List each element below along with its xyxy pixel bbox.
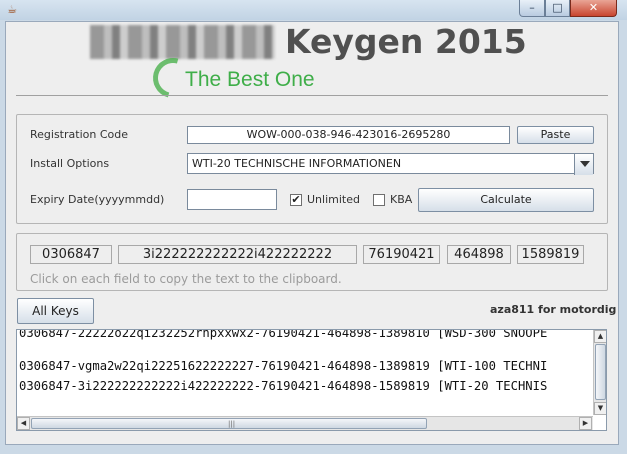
registration-code-field[interactable]: WOW-000-038-946-423016-2695280 [187, 126, 510, 144]
scroll-grip-icon: ||| [228, 420, 236, 428]
expiry-date-label: Expiry Date(yyyymmdd) [30, 193, 165, 206]
key-field-5[interactable]: 1589819 [517, 245, 584, 264]
horizontal-scroll-thumb[interactable]: ||| [31, 418, 427, 429]
blurred-logo-text [90, 25, 275, 59]
banner-title: Keygen 2015 [285, 22, 527, 61]
calculate-button[interactable]: Calculate [418, 188, 594, 212]
vertical-scrollbar[interactable]: ▲ ▼ [593, 330, 606, 415]
install-options-label: Install Options [30, 157, 110, 170]
scroll-left-icon[interactable]: ◀ [17, 417, 30, 430]
chevron-down-icon[interactable] [574, 154, 593, 175]
scroll-up-icon[interactable]: ▲ [594, 330, 606, 343]
vertical-scroll-thumb[interactable] [595, 344, 606, 400]
credit-text: aza811 for motordig [490, 303, 617, 316]
java-icon: ☕ [7, 3, 17, 16]
maximize-button[interactable]: □ [545, 0, 570, 17]
key-field-4[interactable]: 464898 [447, 245, 511, 264]
expiry-date-field[interactable] [187, 189, 277, 210]
keygen-window: ☕ – □ ✕ Keygen 2015 The Best One Registr… [0, 0, 627, 454]
key-field-2[interactable]: 3i222222222222i422222222 [118, 245, 357, 264]
kba-label: KBA [390, 193, 413, 206]
all-keys-button[interactable]: All Keys [17, 298, 94, 324]
horizontal-scrollbar[interactable]: ◀ ||| ▶ [17, 416, 593, 430]
output-line-2: 0306847-vgma2w22qi22251622222227-7619042… [19, 359, 548, 373]
minimize-button[interactable]: – [519, 0, 545, 17]
unlimited-checkbox[interactable]: ✔ [290, 194, 302, 206]
install-options-value: WTI-20 TECHNISCHE INFORMATIONEN [192, 157, 402, 170]
install-options-dropdown[interactable]: WTI-20 TECHNISCHE INFORMATIONEN [187, 153, 594, 175]
banner-divider [16, 95, 608, 96]
key-field-3[interactable]: 76190421 [363, 245, 440, 264]
key-field-1[interactable]: 0306847 [30, 245, 112, 264]
close-button[interactable]: ✕ [570, 0, 617, 17]
scroll-right-icon[interactable]: ▶ [579, 417, 592, 430]
all-keys-output[interactable]: 0306847-22222o22qi232252rhpxxwx2-7619042… [16, 329, 607, 431]
title-bar[interactable]: ☕ – □ ✕ [0, 0, 627, 20]
output-line-1: 0306847-22222o22qi232252rhpxxwx2-7619042… [19, 329, 548, 340]
banner-subtitle: The Best One [185, 68, 315, 91]
unlimited-label: Unlimited [307, 193, 360, 206]
kba-checkbox[interactable] [373, 194, 385, 206]
scroll-down-icon[interactable]: ▼ [594, 402, 606, 415]
output-line-3: 0306847-3i222222222222i422222222-7619042… [19, 379, 548, 393]
copy-hint-text: Click on each field to copy the text to … [30, 272, 342, 286]
registration-code-label: Registration Code [30, 128, 128, 141]
paste-button[interactable]: Paste [517, 126, 594, 144]
